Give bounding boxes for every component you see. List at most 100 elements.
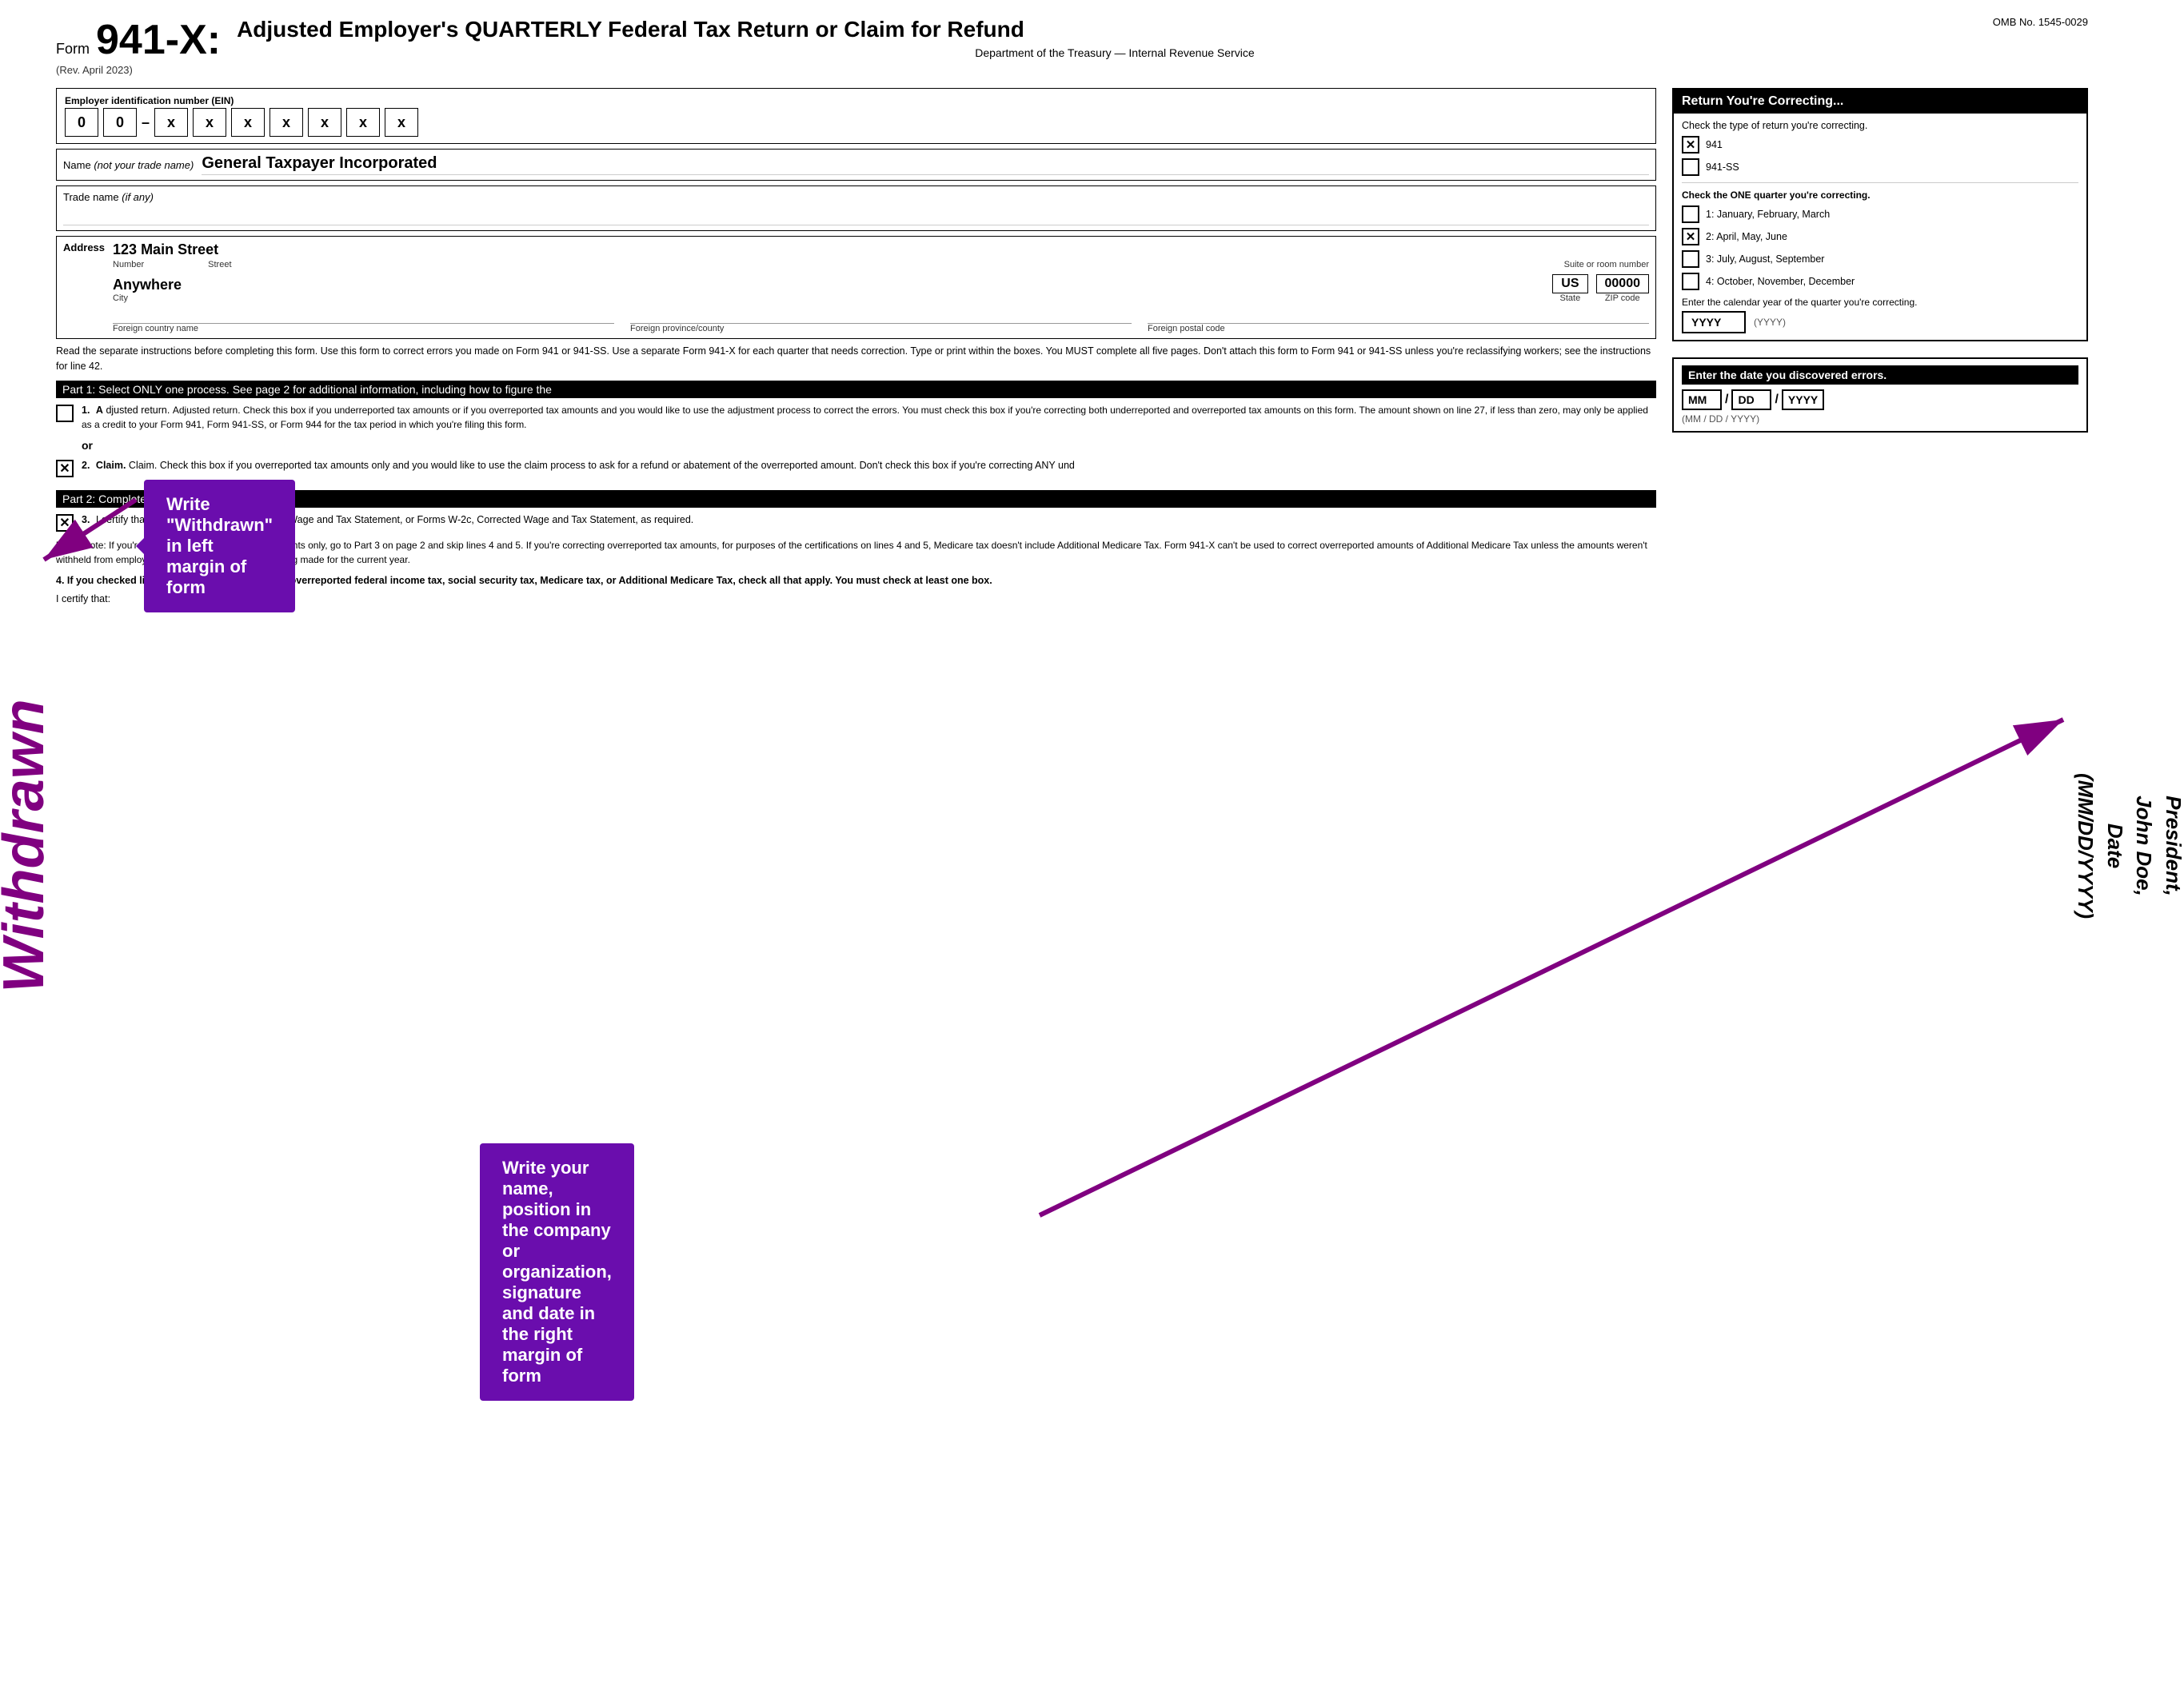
calendar-year-block: Enter the calendar year of the quarter y…: [1682, 297, 2078, 333]
address-label: Address: [63, 241, 105, 253]
name-field[interactable]: General Taxpayer Incorporated: [202, 154, 1649, 175]
item3-checkbox[interactable]: [56, 514, 74, 532]
item3-text: 3. I certify that I've filed or will fil…: [82, 512, 1656, 528]
calendar-year-label: Enter the calendar year of the quarter y…: [1682, 297, 2078, 308]
withdrawn-watermark: Withdrawn: [0, 699, 57, 992]
return-check-label: Check the type of return you're correcti…: [1682, 120, 2078, 131]
yyyy-field[interactable]: YYYY: [1682, 311, 1746, 333]
part1-item2: 2. Claim. Claim. Check this box if you o…: [56, 458, 1656, 477]
ein-digit-2[interactable]: 0: [103, 108, 137, 137]
date-slash-2: /: [1775, 393, 1778, 407]
right-column: Return You're Correcting... Check the ty…: [1672, 88, 2088, 1675]
address-sub-labels: Number Street Suite or room number: [113, 260, 1649, 269]
name-label: Name (not your trade name): [63, 159, 194, 171]
date-dd-field[interactable]: DD: [1731, 389, 1771, 410]
return-941ss-label: 941-SS: [1706, 162, 1739, 173]
left-column: Employer identification number (EIN) 0 0…: [56, 88, 1656, 1675]
state-value[interactable]: US: [1552, 274, 1587, 293]
state-block: US State: [1552, 274, 1587, 303]
ein-digit-4[interactable]: x: [193, 108, 226, 137]
trade-name-label: Trade name (if any): [63, 191, 154, 203]
trade-name-field[interactable]: [63, 206, 1649, 225]
name-row: Name (not your trade name) General Taxpa…: [56, 149, 1656, 181]
ein-dash: –: [142, 114, 150, 131]
form-label: Form: [56, 41, 90, 58]
return-box: Return You're Correcting... Check the ty…: [1672, 88, 2088, 341]
q3-label: 3: July, August, September: [1706, 253, 1824, 265]
item1-text: 1. A djusted return. Adjusted return. Ch…: [82, 403, 1656, 433]
q1-label: 1: January, February, March: [1706, 209, 1830, 220]
return-941-checkbox[interactable]: [1682, 136, 1699, 154]
form-number: 941-X:: [96, 16, 221, 64]
date-mm-field[interactable]: MM: [1682, 389, 1722, 410]
error-date-header: Enter the date you discovered errors.: [1682, 365, 2078, 385]
two-column-layout: Employer identification number (EIN) 0 0…: [56, 88, 2088, 1675]
item1-checkbox[interactable]: [56, 405, 74, 422]
foreign-row: Foreign country name Foreign province/co…: [113, 308, 1649, 333]
ein-digit-5[interactable]: x: [231, 108, 265, 137]
tooltip-right-margin: Write your name, position in the company…: [480, 1143, 634, 1401]
address-value[interactable]: 123 Main Street: [113, 241, 1649, 258]
part2-header: Part 2: Complete the certifications.: [56, 490, 1656, 508]
ein-digit-9[interactable]: x: [385, 108, 418, 137]
ein-section: Employer identification number (EIN) 0 0…: [56, 88, 1656, 144]
foreign-province-label: Foreign province/county: [630, 324, 1132, 333]
foreign-country-label: Foreign country name: [113, 324, 614, 333]
ein-digit-1[interactable]: 0: [65, 108, 98, 137]
q2-item: 2: April, May, June: [1682, 228, 2078, 245]
date-hint: (MM / DD / YYYY): [1682, 413, 2078, 425]
main-content: Form 941-X: (Rev. April 2023) Adjusted E…: [48, 0, 2104, 1691]
q2-checkbox[interactable]: [1682, 228, 1699, 245]
ein-digit-6[interactable]: x: [270, 108, 303, 137]
form-number-block: Form 941-X: (Rev. April 2023): [56, 16, 221, 76]
form-subtitle: Department of the Treasury — Internal Re…: [237, 46, 1993, 59]
q3-item: 3: July, August, September: [1682, 250, 2078, 268]
foreign-country-field[interactable]: [113, 308, 614, 324]
zip-block: 00000 ZIP code: [1596, 274, 1650, 303]
item2-checkbox[interactable]: [56, 460, 74, 477]
q2-label: 2: April, May, June: [1706, 231, 1787, 242]
date-slash-1: /: [1725, 393, 1728, 407]
q4-item: 4: October, November, December: [1682, 273, 2078, 290]
divider1: [1682, 182, 2078, 183]
state-label: State: [1560, 293, 1581, 303]
right-margin: John Doe, President, John Doe, Date (MM/…: [2104, 0, 2184, 1691]
ein-digit-8[interactable]: x: [346, 108, 380, 137]
yyyy-hint: (YYYY): [1754, 317, 1786, 328]
zip-value[interactable]: 00000: [1596, 274, 1650, 293]
ein-digit-3[interactable]: x: [154, 108, 188, 137]
error-date-box: Enter the date you discovered errors. MM…: [1672, 357, 2088, 433]
q3-checkbox[interactable]: [1682, 250, 1699, 268]
form-rev: (Rev. April 2023): [56, 64, 221, 76]
left-margin: Withdrawn: [0, 0, 48, 1691]
form-title: Adjusted Employer's QUARTERLY Federal Ta…: [237, 16, 1993, 43]
foreign-postal-field[interactable]: [1148, 308, 1649, 324]
q4-label: 4: October, November, December: [1706, 276, 1855, 287]
trade-name-section: Trade name (if any): [56, 185, 1656, 231]
omb-number: OMB No. 1545-0029: [1993, 16, 2088, 28]
note-text: Note: Note: If you're correcting underre…: [56, 538, 1656, 567]
return-941ss-checkbox[interactable]: [1682, 158, 1699, 176]
date-input-row: MM / DD / YYYY: [1682, 389, 2078, 410]
item2-text: 2. Claim. Claim. Check this box if you o…: [82, 458, 1656, 473]
part2-item3: 3. I certify that I've filed or will fil…: [56, 512, 1656, 532]
foreign-postal-label: Foreign postal code: [1148, 324, 1649, 333]
q4-checkbox[interactable]: [1682, 273, 1699, 290]
ein-digit-7[interactable]: x: [308, 108, 341, 137]
ein-label: Employer identification number (EIN): [65, 95, 1647, 106]
part2-item4: 4. If you checked line 1 because you're …: [56, 573, 1656, 607]
address-section: Address 123 Main Street Number Street Su…: [56, 236, 1656, 339]
return-941ss-item: 941-SS: [1682, 158, 2078, 176]
yyyy-input: YYYY (YYYY): [1682, 311, 2078, 333]
city-value[interactable]: Anywhere: [113, 277, 1544, 293]
foreign-province-field[interactable]: [630, 308, 1132, 324]
q1-item: 1: January, February, March: [1682, 205, 2078, 223]
return-header: Return You're Correcting...: [1674, 90, 2086, 114]
city-label: City: [113, 293, 1544, 303]
date-yyyy-field[interactable]: YYYY: [1782, 389, 1824, 410]
ein-row: 0 0 – x x x x x x x: [65, 108, 1647, 137]
right-margin-text: John Doe, President, John Doe, Date (MM/…: [2071, 773, 2184, 919]
quarter-label: Check the ONE quarter you're correcting.: [1682, 189, 2078, 201]
q1-checkbox[interactable]: [1682, 205, 1699, 223]
part1-header: Part 1: Select ONLY one process. See pag…: [56, 381, 1656, 398]
